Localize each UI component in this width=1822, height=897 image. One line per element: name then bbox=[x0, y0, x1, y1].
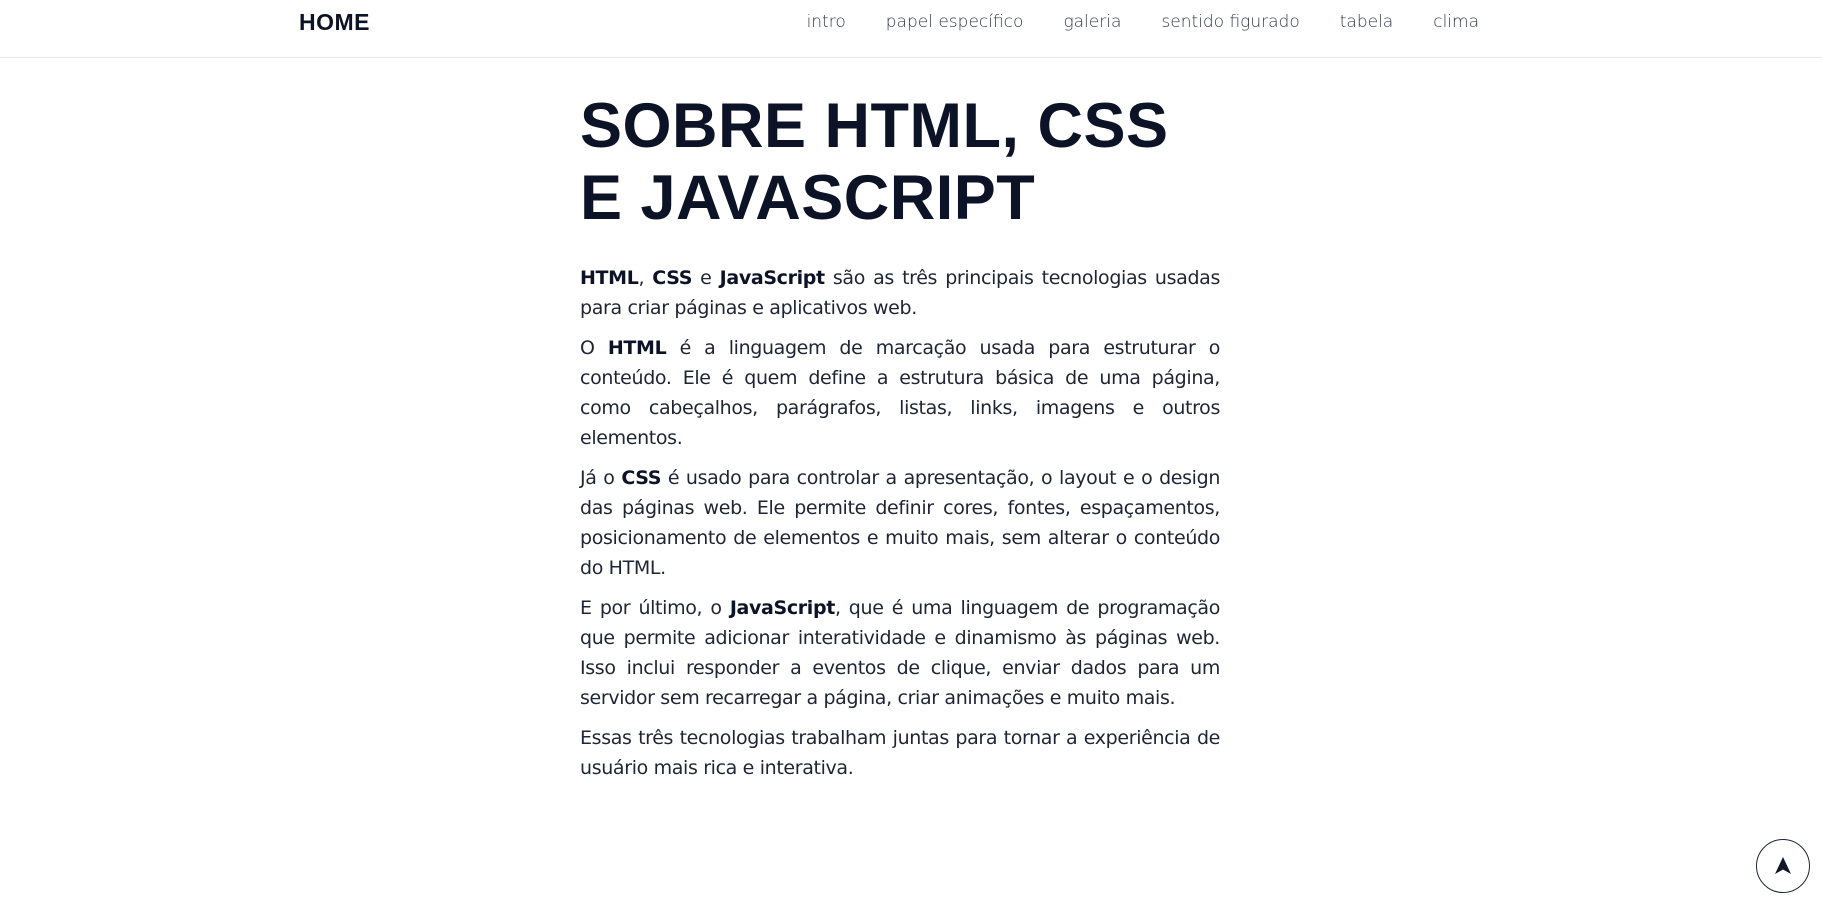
text-fragment: E por último, o bbox=[580, 597, 730, 619]
nav-link-papel-especifico[interactable]: papel específico bbox=[886, 12, 1024, 32]
bold-term: CSS bbox=[621, 467, 662, 489]
paragraph-css: Já o CSS é usado para controlar a aprese… bbox=[580, 463, 1220, 583]
text-fragment: O bbox=[580, 337, 608, 359]
text-fragment: Essas três tecnologias trabalham juntas … bbox=[580, 727, 1220, 779]
bold-term: CSS bbox=[652, 267, 693, 289]
arrow-up-icon bbox=[1775, 857, 1791, 874]
page-title: SOBRE HTML, CSS E JAVASCRIPT bbox=[580, 91, 1169, 233]
bold-term: JavaScript bbox=[719, 267, 825, 289]
nav-link-galeria[interactable]: galeria bbox=[1063, 12, 1121, 32]
paragraph-conclusion: Essas três tecnologias trabalham juntas … bbox=[580, 723, 1220, 783]
text-fragment: Já o bbox=[580, 467, 622, 489]
paragraph-html: O HTML é a linguagem de marcação usada p… bbox=[580, 333, 1220, 453]
bold-term: HTML bbox=[607, 337, 667, 359]
nav-link-tabela[interactable]: tabela bbox=[1340, 12, 1393, 32]
paragraph-javascript: E por último, o JavaScript, que é uma li… bbox=[580, 593, 1220, 713]
top-navbar: HOME intro papel específico galeria sent… bbox=[0, 0, 1822, 58]
bold-term: HTML bbox=[580, 267, 639, 289]
paragraph-intro: HTML, CSS e JavaScript são as três princ… bbox=[580, 263, 1220, 323]
nav-link-intro[interactable]: intro bbox=[807, 12, 846, 32]
main-nav: intro papel específico galeria sentido f… bbox=[807, 12, 1479, 32]
text-fragment: é usado para controlar a apresentação, o… bbox=[580, 467, 1221, 579]
bold-term: JavaScript bbox=[729, 597, 835, 619]
main-content: SOBRE HTML, CSS E JAVASCRIPT HTML, CSS e… bbox=[580, 90, 1220, 793]
article-body: HTML, CSS e JavaScript são as três princ… bbox=[580, 263, 1220, 783]
text-fragment: é a linguagem de marcação usada para est… bbox=[580, 337, 1220, 449]
nav-link-clima[interactable]: clima bbox=[1433, 12, 1479, 32]
home-link[interactable]: HOME bbox=[299, 9, 370, 36]
text-fragment: e bbox=[692, 267, 720, 289]
scroll-to-top-button[interactable] bbox=[1756, 839, 1810, 893]
text-fragment: , bbox=[638, 267, 653, 289]
nav-link-sentido-figurado[interactable]: sentido figurado bbox=[1161, 12, 1299, 32]
